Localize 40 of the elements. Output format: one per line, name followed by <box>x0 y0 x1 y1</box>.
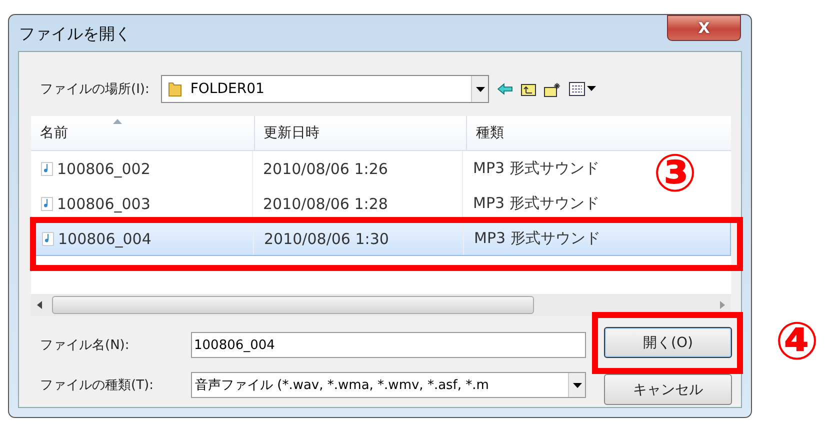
folder-up-icon[interactable] <box>521 82 536 96</box>
location-label: ファイルの場所(I): <box>40 81 150 98</box>
close-button[interactable]: X <box>667 15 741 41</box>
back-arrow-icon[interactable] <box>497 83 514 95</box>
file-type-label: ファイルの種類(T): <box>40 377 154 394</box>
audio-file-icon <box>41 162 53 176</box>
file-name-field[interactable]: 100806_004 <box>191 332 586 358</box>
cancel-button[interactable]: キャンセル <box>604 374 732 405</box>
column-header[interactable]: 種類 <box>466 116 731 150</box>
view-menu-icon[interactable] <box>569 82 598 96</box>
modified-date: 2010/08/06 1:30 <box>264 230 389 248</box>
step-number: ④ <box>775 316 820 368</box>
audio-file-icon <box>41 196 53 210</box>
file-name: 100806_003 <box>57 194 150 212</box>
file-name-label: ファイル名(N): <box>40 337 130 354</box>
file-type: MP3 形式サウンド <box>474 229 600 248</box>
column-header[interactable]: 名前 <box>31 116 255 150</box>
audio-file-icon <box>42 232 54 246</box>
file-name: 100806_004 <box>58 230 152 248</box>
file-type: MP3 形式サウンド <box>473 159 600 178</box>
open-button[interactable]: 開く(O) <box>604 327 732 358</box>
sort-arrow-icon <box>113 119 122 124</box>
modified-date: 2010/08/06 1:28 <box>263 194 388 212</box>
dropdown-arrow-icon <box>476 86 485 92</box>
window-title: ファイルを開く <box>19 24 131 45</box>
step-number: ③ <box>653 148 698 200</box>
scroll-left-icon[interactable] <box>37 301 42 309</box>
file-row[interactable]: 100806_003 2010/08/06 1:28 MP3 形式サウンド <box>31 186 633 221</box>
horizontal-scrollbar[interactable] <box>31 294 731 316</box>
folder-icon <box>168 81 182 97</box>
dropdown-arrow-icon <box>572 382 582 388</box>
column-header[interactable]: 更新日時 <box>254 116 467 150</box>
scroll-thumb[interactable] <box>52 296 534 314</box>
file-name: 100806_002 <box>57 160 150 178</box>
file-row[interactable]: 100806_002 2010/08/06 1:26 MP3 形式サウンド <box>31 151 633 186</box>
new-folder-icon[interactable] <box>544 82 562 96</box>
file-type: MP3 形式サウンド <box>473 194 600 213</box>
location-dropdown[interactable]: FOLDER01 <box>161 75 490 103</box>
modified-date: 2010/08/06 1:26 <box>263 160 388 178</box>
file-type-dropdown[interactable]: 音声ファイル (*.wav, *.wma, *.wmv, *.asf, *.m <box>191 372 586 398</box>
